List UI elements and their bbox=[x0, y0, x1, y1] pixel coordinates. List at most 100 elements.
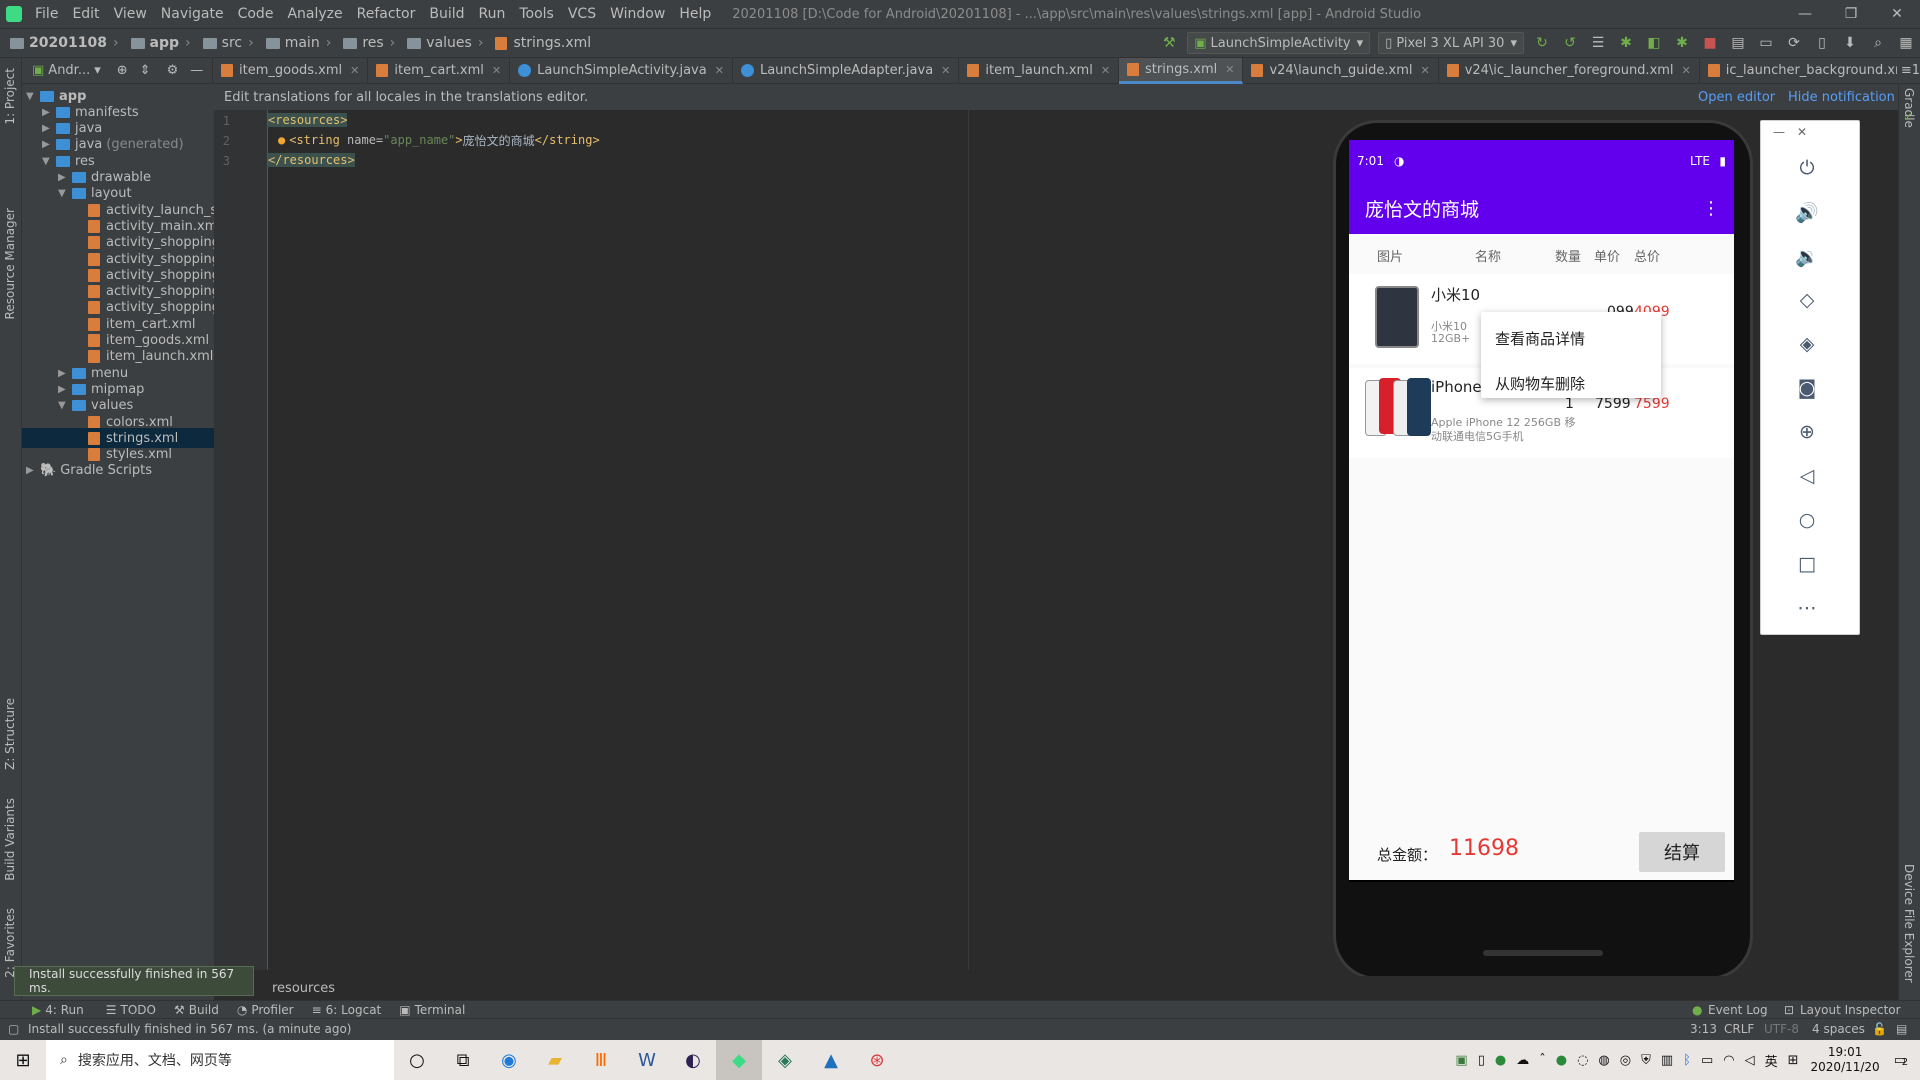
close-tab-icon[interactable]: ✕ bbox=[350, 64, 359, 77]
tray-shield-icon[interactable]: ⛨ bbox=[1641, 1053, 1651, 1068]
sdk-manager-icon[interactable]: ⬇ bbox=[1839, 32, 1861, 54]
volume-up-icon[interactable]: 🔊 bbox=[1787, 195, 1827, 229]
menu-analyze[interactable]: Analyze bbox=[280, 6, 349, 22]
lightbulb-icon[interactable]: ● bbox=[278, 133, 285, 147]
windows-icon[interactable]: ▦ bbox=[1895, 32, 1917, 54]
rotate-right-icon[interactable]: ◈ bbox=[1787, 327, 1827, 361]
close-tab-icon[interactable]: ✕ bbox=[492, 64, 501, 77]
tab-strings-xml[interactable]: strings.xml ✕ bbox=[1119, 57, 1244, 84]
collapse-arrow-icon[interactable]: ▶ bbox=[58, 384, 72, 395]
collapse-icon[interactable]: ⇕ bbox=[140, 63, 151, 78]
menu-vcs[interactable]: VCS bbox=[561, 6, 603, 22]
todo-tool-tab[interactable]: TODO bbox=[121, 1003, 156, 1017]
run-config-select[interactable]: ▣ LaunchSimpleActivity ▾ bbox=[1187, 32, 1371, 54]
rotate-left-icon[interactable]: ◇ bbox=[1787, 283, 1827, 317]
expand-arrow-icon[interactable]: ▼ bbox=[58, 188, 72, 199]
tray-volume-icon[interactable]: ◁ bbox=[1745, 1053, 1755, 1068]
expand-arrow-icon[interactable]: ▼ bbox=[26, 91, 40, 102]
file-explorer-icon[interactable]: ▰ bbox=[532, 1040, 578, 1080]
apply-code-icon[interactable]: ↺ bbox=[1559, 32, 1581, 54]
menu-window[interactable]: Window bbox=[603, 6, 672, 22]
breadcrumb-item[interactable]: main › bbox=[260, 35, 338, 51]
volume-down-icon[interactable]: 🔉 bbox=[1787, 239, 1827, 273]
collapse-arrow-icon[interactable]: ▶ bbox=[42, 123, 56, 134]
collapse-arrow-icon[interactable]: ▶ bbox=[58, 368, 72, 379]
maximize-icon[interactable]: ❐ bbox=[1828, 0, 1874, 28]
xiaomi-icon[interactable]: Ⅲ bbox=[578, 1040, 624, 1080]
overflow-menu-icon[interactable]: ⋮ bbox=[1702, 198, 1720, 219]
menu-tools[interactable]: Tools bbox=[512, 6, 561, 22]
tab-v24-launch-guide-xml[interactable]: v24\launch_guide.xml ✕ bbox=[1243, 57, 1439, 84]
resource-manager-tool-button[interactable]: Resource Manager bbox=[3, 208, 17, 319]
tray-battery-icon[interactable]: ▯ bbox=[1478, 1053, 1485, 1068]
coverage-icon[interactable]: ☰ bbox=[1587, 32, 1609, 54]
open-editor-link[interactable]: Open editor bbox=[1698, 90, 1775, 105]
close-tab-icon[interactable]: ✕ bbox=[1101, 64, 1110, 77]
locate-icon[interactable]: ⊕ bbox=[117, 63, 128, 78]
eclipse-icon[interactable]: ◐ bbox=[670, 1040, 716, 1080]
tray-app-icon[interactable]: ◌ bbox=[1577, 1053, 1588, 1068]
close-icon[interactable]: ✕ bbox=[1874, 0, 1920, 28]
tab-launchsimpleadapter-java[interactable]: LaunchSimpleAdapter.java ✕ bbox=[733, 57, 960, 84]
menu-code[interactable]: Code bbox=[231, 6, 281, 22]
breadcrumb-item[interactable]: values › bbox=[401, 35, 489, 51]
memory-icon[interactable]: ▤ bbox=[1896, 1022, 1907, 1036]
tray-app-icon[interactable]: ▥ bbox=[1661, 1053, 1673, 1068]
terminal-tool-tab[interactable]: Terminal bbox=[415, 1003, 466, 1017]
gear-icon[interactable]: ⚙ bbox=[167, 63, 179, 78]
project-tool-button[interactable]: 1: Project bbox=[3, 68, 17, 125]
build-toast[interactable]: Install successfully finished in 567 ms. bbox=[14, 966, 254, 996]
tray-wifi-icon[interactable]: ◠ bbox=[1723, 1053, 1734, 1068]
camera-icon[interactable]: ◙ bbox=[1787, 371, 1827, 405]
tray-app-icon[interactable]: ▣ bbox=[1455, 1053, 1467, 1068]
editor-breadcrumb[interactable]: resources bbox=[272, 981, 335, 996]
close-tab-icon[interactable]: ✕ bbox=[1225, 63, 1234, 76]
collapse-arrow-icon[interactable]: ▶ bbox=[42, 107, 56, 118]
hammer-icon[interactable]: ⚒ bbox=[1158, 32, 1180, 54]
clock[interactable]: 19:01 2020/11/20 bbox=[1811, 1045, 1880, 1075]
menu-build[interactable]: Build bbox=[422, 6, 471, 22]
close-icon[interactable]: ✕ bbox=[1797, 125, 1807, 139]
overview-icon[interactable]: □ bbox=[1787, 547, 1827, 581]
tab-item-launch-xml[interactable]: item_launch.xml ✕ bbox=[959, 57, 1120, 84]
line-separator[interactable]: CRLF bbox=[1724, 1022, 1754, 1036]
device-file-explorer-tool-button[interactable]: Device File Explorer bbox=[1902, 864, 1916, 983]
hide-icon[interactable]: — bbox=[190, 63, 203, 78]
tab-item-goods-xml[interactable]: item_goods.xml ✕ bbox=[213, 57, 369, 84]
ime-indicator[interactable]: 英 bbox=[1765, 1051, 1778, 1070]
layout-inspector-tool-tab[interactable]: Layout Inspector bbox=[1800, 1003, 1901, 1017]
android-studio-icon[interactable]: ◆ bbox=[716, 1040, 762, 1080]
emulator-screen[interactable]: 7:01 ◑ LTE ▮ 庞怡文的商城 ⋮ 图片 名称 数量 单价 总价 小米1… bbox=[1349, 140, 1734, 882]
chevron-down-icon[interactable]: ▾ bbox=[94, 63, 101, 78]
breadcrumb-item[interactable]: strings.xml bbox=[489, 35, 597, 51]
attach-debugger-icon[interactable]: ✱ bbox=[1671, 32, 1693, 54]
project-view-select[interactable]: Andr... bbox=[48, 63, 90, 78]
collapse-arrow-icon[interactable]: ▶ bbox=[58, 172, 72, 183]
view-details-menu-item[interactable]: 查看商品详情 bbox=[1495, 328, 1585, 349]
word-icon[interactable]: W bbox=[624, 1040, 670, 1080]
build-variants-tool-button[interactable]: Build Variants bbox=[3, 798, 17, 881]
tab-overflow-button[interactable]: ≡1 bbox=[1901, 63, 1920, 78]
expand-arrow-icon[interactable]: ▼ bbox=[42, 156, 56, 167]
edge-icon[interactable]: ◉ bbox=[486, 1040, 532, 1080]
apply-changes-icon[interactable]: ↻ bbox=[1531, 32, 1553, 54]
event-log-tool-tab[interactable]: Event Log bbox=[1708, 1003, 1768, 1017]
tray-battery-icon[interactable]: ▭ bbox=[1701, 1053, 1713, 1068]
close-tab-icon[interactable]: ✕ bbox=[715, 64, 724, 77]
tab-v24-ic-launcher-foreground-xml[interactable]: v24\ic_launcher_foreground.xml ✕ bbox=[1439, 57, 1700, 84]
project-structure-icon[interactable]: ▤ bbox=[1727, 32, 1749, 54]
home-icon[interactable]: ○ bbox=[1787, 503, 1827, 537]
lock-icon[interactable]: 🔓 bbox=[1872, 1022, 1887, 1036]
profile-icon[interactable]: ◧ bbox=[1643, 32, 1665, 54]
menu-edit[interactable]: Edit bbox=[65, 6, 106, 22]
breadcrumb-item[interactable]: app › bbox=[125, 35, 197, 51]
back-icon[interactable]: ◁ bbox=[1787, 459, 1827, 493]
sync-gradle-icon[interactable]: ⟳ bbox=[1783, 32, 1805, 54]
minimize-icon[interactable]: — bbox=[1773, 125, 1785, 139]
taskbar-search[interactable]: ⌕ 搜索应用、文档、网页等 bbox=[46, 1040, 394, 1080]
close-tab-icon[interactable]: ✕ bbox=[1420, 64, 1429, 77]
remove-from-cart-menu-item[interactable]: 从购物车删除 bbox=[1495, 373, 1585, 394]
task-view-icon[interactable]: ⧉ bbox=[440, 1040, 486, 1080]
tray-app-icon[interactable]: ◍ bbox=[1598, 1053, 1609, 1068]
tray-cloud-icon[interactable]: ☁ bbox=[1516, 1053, 1529, 1068]
